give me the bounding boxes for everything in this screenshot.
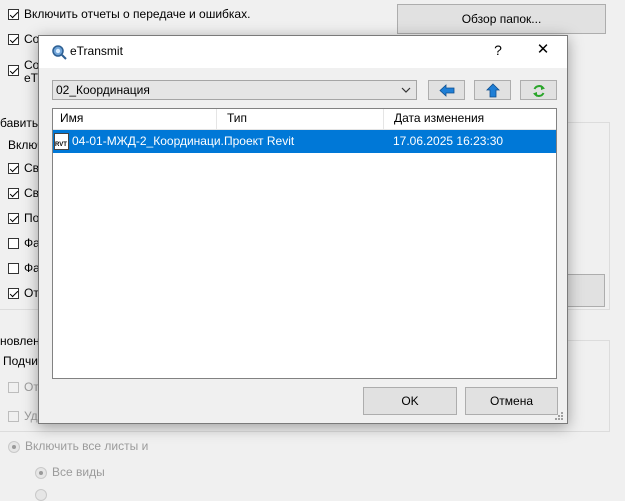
cancel-button[interactable]: Отмена bbox=[465, 387, 558, 415]
disabled-checkbox-1[interactable] bbox=[8, 382, 19, 393]
etransmit-dialog: eTransmit ? ✕ 02_Координация Имя Тип Дат… bbox=[38, 35, 568, 424]
chevron-down-icon[interactable] bbox=[401, 87, 411, 93]
file-type: Проект Revit bbox=[224, 134, 295, 148]
option-checkbox-3[interactable] bbox=[8, 65, 19, 76]
group-checkbox-1-label: Св bbox=[24, 161, 40, 175]
revit-file-icon-text: RVT bbox=[55, 142, 67, 148]
file-list[interactable]: Имя Тип Дата изменения RVT 04-01-МЖД-2_К… bbox=[52, 108, 557, 379]
column-header-date[interactable]: Дата изменения bbox=[387, 109, 556, 129]
disabled-checkbox-2[interactable] bbox=[8, 411, 19, 422]
dialog-title: eTransmit bbox=[70, 44, 123, 58]
views-radio-2[interactable] bbox=[35, 489, 47, 501]
refresh-icon bbox=[533, 85, 545, 97]
folder-combobox-value: 02_Координация bbox=[56, 83, 150, 97]
group-checkbox-2[interactable] bbox=[8, 188, 19, 199]
group-checkbox-5[interactable] bbox=[8, 263, 19, 274]
revit-file-icon: RVT bbox=[54, 133, 69, 150]
close-button[interactable]: ✕ bbox=[533, 40, 553, 58]
include-all-sheets-label: Включить все листы и bbox=[25, 439, 149, 453]
resize-grip-icon[interactable] bbox=[554, 411, 564, 421]
all-views-label: Все виды bbox=[52, 465, 105, 479]
back-arrow-icon bbox=[439, 84, 455, 97]
group-checkbox-6[interactable] bbox=[8, 288, 19, 299]
all-views-radio[interactable] bbox=[35, 467, 47, 479]
report-checkbox[interactable] bbox=[8, 9, 19, 20]
disabled-checkbox-2-label: Уд bbox=[24, 409, 38, 423]
group-checkbox-2-label: Св bbox=[24, 186, 40, 200]
back-button[interactable] bbox=[428, 80, 465, 100]
disabled-checkbox-1-label: От bbox=[24, 380, 39, 394]
ok-button[interactable]: OK bbox=[363, 387, 457, 415]
file-row[interactable]: RVT 04-01-МЖД-2_Координаци... Проект Rev… bbox=[53, 130, 556, 153]
up-arrow-icon bbox=[486, 83, 500, 98]
group-checkbox-3[interactable] bbox=[8, 213, 19, 224]
column-header-type[interactable]: Тип bbox=[220, 109, 384, 129]
add-group-title: бавить bbox=[0, 116, 41, 130]
browse-folders-button[interactable]: Обзор папок... bbox=[397, 4, 606, 34]
report-checkbox-label: Включить отчеты о передаче и ошибках. bbox=[24, 7, 251, 21]
refresh-button[interactable] bbox=[520, 80, 557, 100]
group-checkbox-4[interactable] bbox=[8, 238, 19, 249]
etransmit-app-icon bbox=[52, 45, 67, 60]
file-date: 17.06.2025 16:23:30 bbox=[393, 134, 504, 148]
group-checkbox-6-label: От bbox=[24, 286, 39, 300]
group-checkbox-1[interactable] bbox=[8, 163, 19, 174]
up-folder-button[interactable] bbox=[474, 80, 511, 100]
column-header-name[interactable]: Имя bbox=[53, 109, 217, 129]
include-all-sheets-radio[interactable] bbox=[8, 441, 20, 453]
dialog-titlebar: eTransmit ? ✕ bbox=[39, 36, 567, 68]
option-checkbox-2[interactable] bbox=[8, 34, 19, 45]
folder-combobox[interactable]: 02_Координация bbox=[52, 80, 417, 100]
side-button[interactable] bbox=[567, 274, 605, 307]
file-name: 04-01-МЖД-2_Координаци... bbox=[72, 134, 231, 148]
help-button[interactable]: ? bbox=[488, 42, 508, 58]
